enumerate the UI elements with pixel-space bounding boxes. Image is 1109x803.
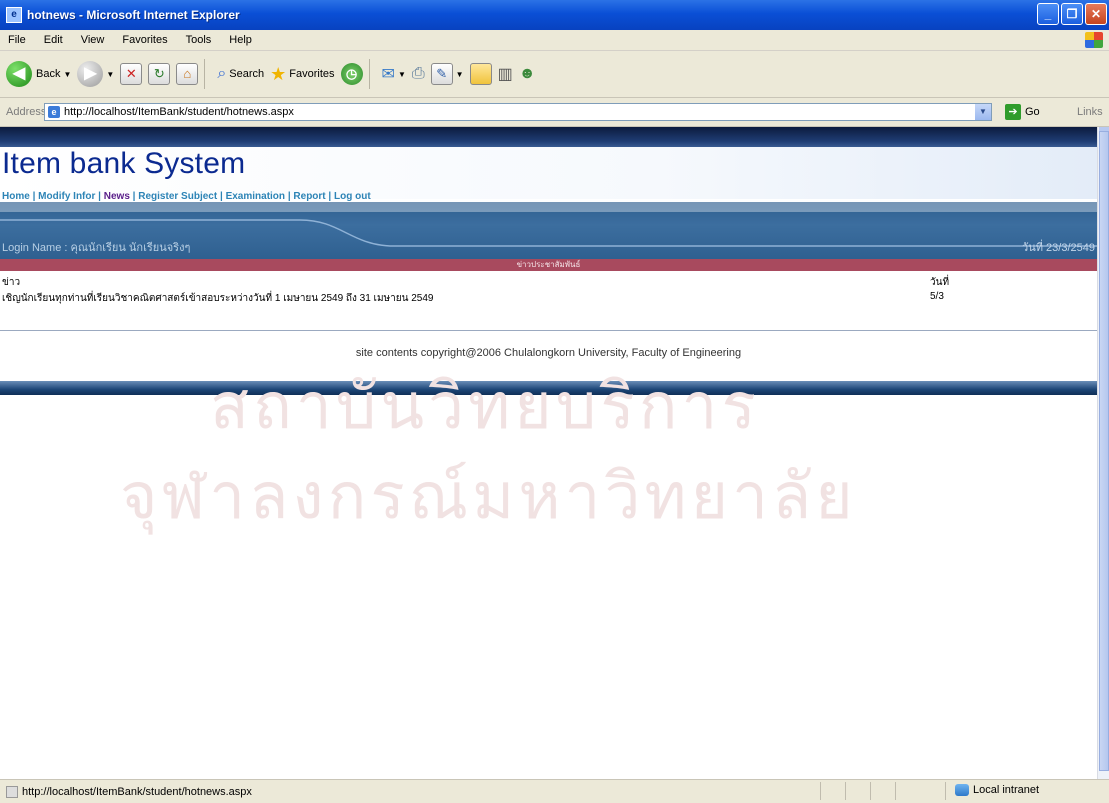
links-button[interactable]: Links bbox=[1077, 106, 1103, 118]
menu-favorites[interactable]: Favorites bbox=[122, 34, 167, 46]
go-label: Go bbox=[1025, 106, 1040, 118]
history-icon[interactable]: ◷ bbox=[340, 63, 363, 85]
search-button[interactable]: ⌕ Search bbox=[217, 65, 264, 83]
nav-report[interactable]: Report bbox=[293, 191, 325, 202]
toolbar-separator bbox=[204, 59, 206, 89]
menu-tools[interactable]: Tools bbox=[186, 34, 212, 46]
go-button[interactable]: ➔ Go bbox=[1005, 104, 1040, 120]
search-label: Search bbox=[229, 68, 265, 80]
login-name: Login Name : คุณนักเรียน นักเรียนจริงๆ bbox=[2, 242, 191, 254]
forward-button[interactable]: ▶ ▼ bbox=[77, 61, 114, 87]
back-button[interactable]: ◀ Back ▼ bbox=[6, 61, 71, 87]
edit-icon: ✎ bbox=[430, 63, 453, 85]
close-button[interactable]: ✕ bbox=[1085, 3, 1107, 25]
favorites-label: Favorites bbox=[289, 68, 335, 80]
forward-arrow-icon: ▶ bbox=[77, 61, 104, 87]
address-bar: Address e http://localhost/ItemBank/stud… bbox=[0, 98, 1109, 127]
news-section-header: ข่าวประชาสัมพันธ์ bbox=[0, 259, 1097, 271]
address-input[interactable]: e http://localhost/ItemBank/student/hotn… bbox=[44, 103, 992, 121]
refresh-icon[interactable]: ↻ bbox=[148, 63, 171, 85]
site-nav: Home | Modify Infor | News | Register Su… bbox=[2, 191, 371, 202]
go-arrow-icon: ➔ bbox=[1005, 104, 1021, 120]
zone-label: Local intranet bbox=[973, 784, 1040, 796]
mail-dropdown-icon[interactable]: ▼ bbox=[398, 70, 406, 79]
scrollbar-thumb[interactable] bbox=[1099, 131, 1109, 771]
minimize-button[interactable]: _ bbox=[1037, 3, 1059, 25]
watermark-line-1: สถาบันวิทยบริการ bbox=[210, 370, 760, 444]
browser-toolbar: ◀ Back ▼ ▶ ▼ ✕ ↻ ⌂ ⌕ Search ★ Favorites … bbox=[0, 51, 1109, 98]
intranet-icon bbox=[955, 784, 969, 796]
maximize-button[interactable]: ❐ bbox=[1061, 3, 1083, 25]
menu-file[interactable]: File bbox=[8, 34, 26, 46]
address-label: Address bbox=[6, 106, 47, 118]
menu-view[interactable]: View bbox=[81, 34, 105, 46]
nav-register-subject[interactable]: Register Subject bbox=[138, 191, 217, 202]
nav-home[interactable]: Home bbox=[2, 191, 30, 202]
stop-icon[interactable]: ✕ bbox=[120, 63, 143, 85]
address-url: http://localhost/ItemBank/student/hotnew… bbox=[64, 106, 294, 118]
site-title: Item bank System bbox=[2, 147, 246, 180]
news-text: เชิญนักเรียนทุกท่านที่เรียนวิชาคณิตศาสตร… bbox=[2, 293, 434, 304]
watermark-line-2: จุฬาลงกรณ์มหาวิทยาลัย bbox=[120, 460, 857, 534]
edit-dropdown-icon[interactable]: ▼ bbox=[456, 70, 464, 79]
nav-log-out[interactable]: Log out bbox=[334, 191, 371, 202]
news-date: 5/3 bbox=[930, 291, 944, 302]
back-dropdown-icon[interactable]: ▼ bbox=[63, 70, 71, 79]
status-page-icon bbox=[6, 785, 18, 798]
print-icon[interactable]: ⎙ bbox=[412, 65, 425, 83]
ie-app-icon: e bbox=[6, 7, 22, 23]
column-header-news: ข่าว bbox=[2, 277, 21, 288]
search-icon: ⌕ bbox=[217, 65, 227, 82]
edit-button[interactable]: ✎ ▼ bbox=[430, 63, 464, 85]
mail-icon: ✉ bbox=[381, 66, 395, 83]
nav-modify-infor[interactable]: Modify Infor bbox=[38, 191, 95, 202]
page-icon: e bbox=[48, 106, 60, 118]
nav-news[interactable]: News bbox=[104, 191, 130, 202]
window-title: hotnews - Microsoft Internet Explorer bbox=[27, 8, 240, 22]
menu-edit[interactable]: Edit bbox=[44, 34, 63, 46]
vertical-scrollbar[interactable] bbox=[1097, 127, 1109, 779]
current-date: วันที่ 23/3/2549 bbox=[1022, 242, 1095, 254]
windows-logo-icon bbox=[1085, 32, 1103, 48]
toolbar-separator bbox=[368, 59, 370, 89]
table-row[interactable]: เชิญนักเรียนทุกท่านที่เรียนวิชาคณิตศาสตร… bbox=[0, 291, 1097, 305]
page-viewport: Item bank System Home | Modify Infor | N… bbox=[0, 127, 1097, 779]
mail-button[interactable]: ✉ ▼ bbox=[382, 64, 406, 84]
messenger-icon[interactable]: ☻ bbox=[519, 65, 536, 83]
news-table-header: ข่าว วันที่ bbox=[0, 275, 1097, 289]
favorites-star-icon: ★ bbox=[270, 63, 287, 84]
window-title-bar: e hotnews - Microsoft Internet Explorer … bbox=[0, 0, 1109, 30]
forward-dropdown-icon[interactable]: ▼ bbox=[106, 70, 114, 79]
address-dropdown-icon[interactable]: ▼ bbox=[975, 104, 991, 120]
menu-help[interactable]: Help bbox=[229, 34, 252, 46]
favorites-button[interactable]: ★ Favorites bbox=[270, 64, 334, 85]
nav-examination[interactable]: Examination bbox=[226, 191, 285, 202]
back-label: Back bbox=[36, 68, 61, 80]
content-divider bbox=[0, 330, 1097, 331]
status-url: http://localhost/ItemBank/student/hotnew… bbox=[22, 785, 252, 798]
research-icon[interactable]: ▥ bbox=[498, 64, 513, 84]
column-header-date: วันที่ bbox=[930, 277, 950, 288]
home-icon[interactable]: ⌂ bbox=[176, 63, 199, 85]
status-bar: http://localhost/ItemBank/student/hotnew… bbox=[0, 779, 1109, 803]
security-zone: Local intranet bbox=[955, 784, 1039, 796]
back-arrow-icon: ◀ bbox=[6, 61, 32, 87]
menu-bar: File Edit View Favorites Tools Help bbox=[0, 30, 1109, 51]
folder-icon[interactable] bbox=[469, 63, 492, 85]
